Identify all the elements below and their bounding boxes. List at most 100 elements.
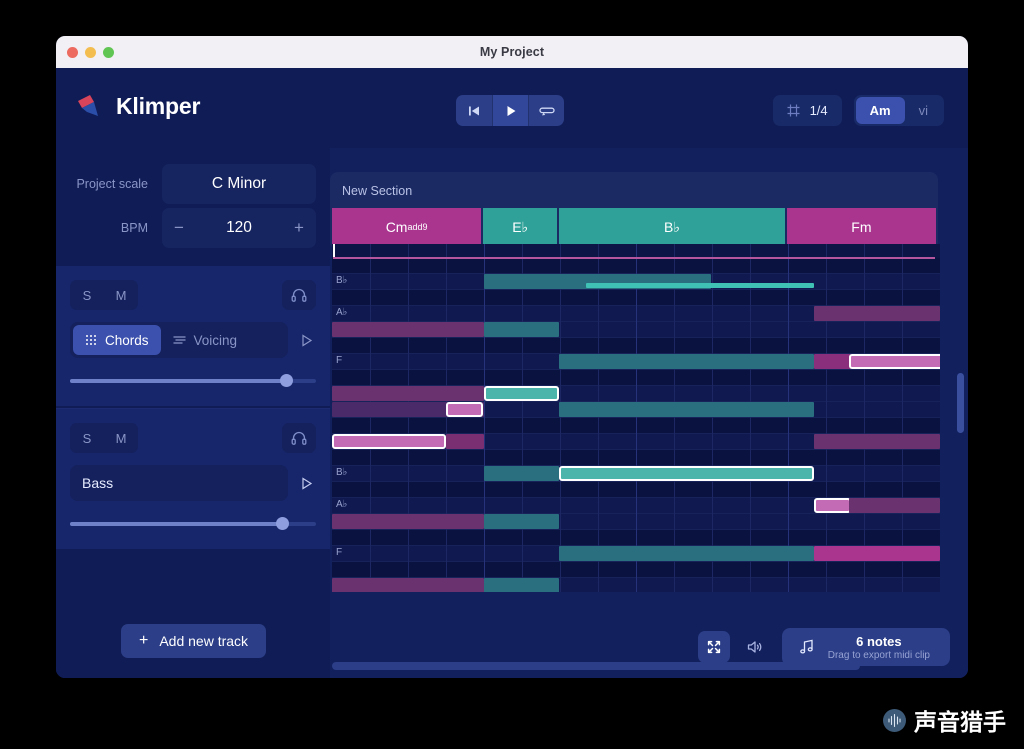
note-block[interactable] xyxy=(484,514,559,529)
note-block[interactable] xyxy=(559,402,813,417)
track-bass-name-input[interactable]: Bass xyxy=(70,465,288,501)
watermark: 声音猎手 xyxy=(882,703,1006,737)
note-block[interactable] xyxy=(814,434,940,449)
track-chords-monitor-button[interactable] xyxy=(282,280,316,310)
chord-block[interactable]: Fm xyxy=(787,208,936,246)
grid-dots-icon xyxy=(85,334,97,346)
minimize-button[interactable] xyxy=(85,47,96,58)
bpm-stepper[interactable]: − 120 + xyxy=(162,208,316,248)
grid-line xyxy=(674,244,675,592)
track-chords-preview-button[interactable] xyxy=(296,334,316,347)
play-icon xyxy=(504,104,518,118)
brand-logo: Klimper xyxy=(76,92,200,120)
volume-knob[interactable] xyxy=(280,374,293,387)
note-block[interactable] xyxy=(814,354,851,369)
note-block-selected[interactable] xyxy=(814,498,851,513)
track-chords-solo-mute: S M xyxy=(70,280,138,310)
grid-line xyxy=(446,244,447,592)
grid-line xyxy=(788,244,789,592)
track-chords-controls: Chords Voicing xyxy=(70,322,316,358)
grid-resolution-control[interactable]: 1/4 xyxy=(773,95,842,126)
note-block-selected[interactable] xyxy=(849,354,940,369)
bpm-label: BPM xyxy=(70,221,162,235)
grid-value: 1/4 xyxy=(810,103,828,118)
note-block-selected[interactable] xyxy=(559,466,813,481)
track-bass-volume-slider[interactable] xyxy=(70,517,316,531)
app-header: Klimper xyxy=(56,68,968,148)
lane-label: F xyxy=(336,355,342,366)
track-bass-preview-button[interactable] xyxy=(296,477,316,490)
vertical-scroll-thumb[interactable] xyxy=(957,373,964,433)
lane-label: B♭ xyxy=(336,467,347,478)
segment-chords[interactable]: Chords xyxy=(73,325,161,355)
note-block[interactable] xyxy=(446,434,484,449)
grid-line xyxy=(712,244,713,592)
traffic-lights xyxy=(67,47,114,58)
lane-label: F xyxy=(336,547,342,558)
note-block[interactable] xyxy=(586,283,814,288)
note-block[interactable] xyxy=(559,354,813,369)
note-block-selected[interactable] xyxy=(332,434,446,449)
expand-button[interactable] xyxy=(698,631,730,663)
key-mode-toggle: Am vi xyxy=(854,95,944,126)
close-button[interactable] xyxy=(67,47,78,58)
segment-voicing[interactable]: Voicing xyxy=(161,325,250,355)
project-scale-select[interactable]: C Minor xyxy=(162,164,316,204)
note-block[interactable] xyxy=(332,322,484,337)
chord-block[interactable]: Cmadd9 xyxy=(332,208,481,246)
piano-roll-grid[interactable]: B♭A♭GFE♭DC1B♭A♭GFE♭D xyxy=(332,244,940,592)
maximize-button[interactable] xyxy=(103,47,114,58)
lane-label: B♭ xyxy=(336,275,347,286)
export-midi-button[interactable]: 6 notes Drag to export midi clip xyxy=(782,628,950,666)
mode-option-roman[interactable]: vi xyxy=(905,97,942,124)
note-block[interactable] xyxy=(814,546,940,561)
track-bass-solo-button[interactable]: S xyxy=(70,423,104,453)
track-bass-header: S M xyxy=(70,423,316,453)
track-chords-view-toggle: Chords Voicing xyxy=(70,322,288,358)
volume-knob[interactable] xyxy=(276,517,289,530)
chord-root: B♭ xyxy=(664,219,680,236)
note-block[interactable] xyxy=(559,546,813,561)
chord-block[interactable]: E♭ xyxy=(483,208,557,246)
track-bass-monitor-button[interactable] xyxy=(282,423,316,453)
note-block[interactable] xyxy=(484,466,559,481)
section-name[interactable]: New Section xyxy=(330,180,938,208)
note-block[interactable] xyxy=(484,578,559,592)
volume-button[interactable] xyxy=(740,631,772,663)
volume-fill xyxy=(70,522,282,526)
lines-icon xyxy=(173,334,186,346)
note-block[interactable] xyxy=(814,306,940,321)
music-note-icon xyxy=(798,638,816,656)
chord-block[interactable]: B♭ xyxy=(559,208,785,246)
track-chords-mute-button[interactable]: M xyxy=(104,280,138,310)
play-outline-icon xyxy=(300,334,313,347)
note-block[interactable] xyxy=(484,322,559,337)
note-block[interactable] xyxy=(849,498,940,513)
mode-option-absolute[interactable]: Am xyxy=(856,97,905,124)
track-bass-mute-button[interactable]: M xyxy=(104,423,138,453)
skip-back-icon xyxy=(467,104,481,118)
note-block-selected[interactable] xyxy=(446,402,483,417)
add-new-track-button[interactable]: + Add new track xyxy=(121,624,266,658)
bpm-decrement-button[interactable]: − xyxy=(162,208,196,248)
note-block[interactable] xyxy=(332,386,484,401)
plus-icon: + xyxy=(139,633,148,649)
chord-extension: add9 xyxy=(407,222,427,232)
bpm-row: BPM − 120 + xyxy=(70,206,316,250)
skip-to-start-button[interactable] xyxy=(456,95,492,126)
note-block-selected[interactable] xyxy=(484,386,559,401)
loop-button[interactable] xyxy=(528,95,564,126)
playhead-marker[interactable] xyxy=(333,244,335,258)
waveform-circle-icon xyxy=(882,708,907,733)
play-button[interactable] xyxy=(492,95,528,126)
note-block[interactable] xyxy=(332,514,484,529)
note-block[interactable] xyxy=(332,578,484,592)
window-title: My Project xyxy=(480,45,544,59)
chord-root: Fm xyxy=(851,219,871,235)
track-chords-volume-slider[interactable] xyxy=(70,374,316,388)
grid-line xyxy=(902,244,903,592)
track-chords-solo-button[interactable]: S xyxy=(70,280,104,310)
grid-line xyxy=(750,244,751,592)
bpm-increment-button[interactable]: + xyxy=(282,208,316,248)
expand-icon xyxy=(707,640,721,654)
